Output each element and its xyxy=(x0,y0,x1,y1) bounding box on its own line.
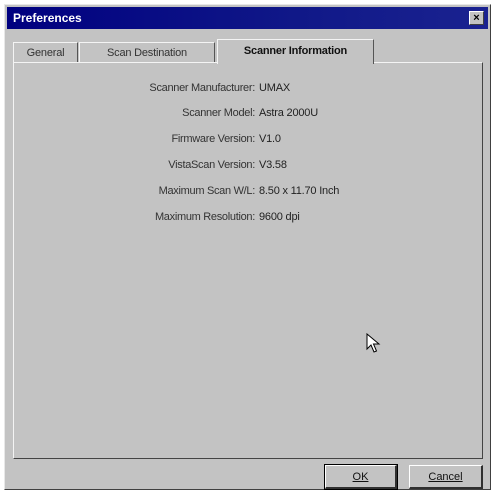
cancel-button-label: Cancel xyxy=(428,471,463,483)
ok-button[interactable]: OK xyxy=(324,464,398,490)
window-title: Preferences xyxy=(13,11,82,25)
info-row-model: Scanner Model: Astra 2000U xyxy=(14,107,482,125)
tab-scan-destination[interactable]: Scan Destination xyxy=(79,42,215,62)
info-label: Firmware Version: xyxy=(171,133,255,145)
mouse-pointer-icon xyxy=(366,333,381,353)
info-row-max-scan: Maximum Scan W/L: 8.50 x 11.70 Inch xyxy=(14,185,482,203)
title-bar[interactable]: Preferences × xyxy=(7,7,488,29)
info-row-vistascan: VistaScan Version: V3.58 xyxy=(14,159,482,177)
info-label: Scanner Manufacturer: xyxy=(149,82,255,94)
ok-button-label: OK xyxy=(352,471,369,483)
info-value: Astra 2000U xyxy=(259,107,318,119)
info-label: Maximum Scan W/L: xyxy=(158,185,256,197)
info-row-max-resolution: Maximum Resolution: 9600 dpi xyxy=(14,211,482,229)
close-button[interactable]: × xyxy=(469,11,484,25)
info-row-firmware: Firmware Version: V1.0 xyxy=(14,133,482,151)
scanner-information-panel: Scanner Manufacturer: UMAX Scanner Model… xyxy=(13,62,483,459)
info-row-manufacturer: Scanner Manufacturer: UMAX xyxy=(14,82,482,100)
info-value: 8.50 x 11.70 Inch xyxy=(259,185,340,197)
preferences-dialog: Preferences × General Scan Destination S… xyxy=(4,4,491,490)
info-label: VistaScan Version: xyxy=(168,159,255,171)
tab-scanner-information[interactable]: Scanner Information xyxy=(217,39,374,64)
info-value: UMAX xyxy=(259,82,290,94)
info-value: V1.0 xyxy=(259,133,281,145)
info-label: Scanner Model: xyxy=(182,107,255,119)
info-label: Maximum Resolution: xyxy=(154,211,255,223)
cancel-button[interactable]: Cancel xyxy=(409,465,483,489)
tab-strip: General Scan Destination Scanner Informa… xyxy=(13,39,483,64)
info-value: V3.58 xyxy=(259,159,287,171)
info-value: 9600 dpi xyxy=(259,211,300,223)
tab-general[interactable]: General xyxy=(13,42,78,62)
